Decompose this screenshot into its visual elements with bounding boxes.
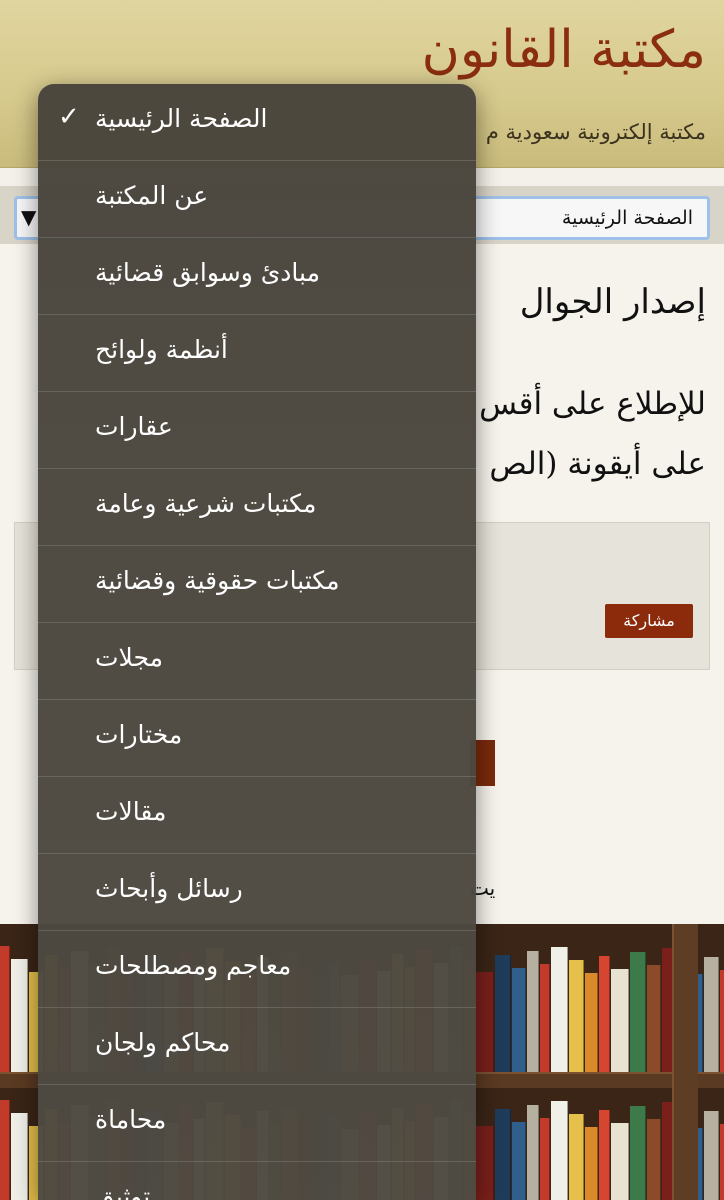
book-spine: [11, 1113, 28, 1200]
menu-item-label: عقارات: [95, 412, 173, 441]
book-spine: [476, 1126, 494, 1200]
menu-item[interactable]: مقالات: [38, 777, 476, 854]
book-spine: [647, 965, 661, 1076]
menu-item[interactable]: عن المكتبة: [38, 161, 476, 238]
book-spine: [569, 1114, 584, 1200]
mobile-version-title: إصدار الجوال: [519, 282, 706, 322]
book-spine: [495, 1109, 511, 1200]
book-spine: [512, 1122, 526, 1200]
book-spine: [0, 1100, 10, 1200]
book-spine: [512, 968, 526, 1076]
menu-item-label: الصفحة الرئيسية: [95, 104, 268, 133]
book-spine: [527, 1105, 539, 1200]
book-spine: [540, 964, 550, 1076]
book-spine: [527, 951, 539, 1076]
checkmark-icon: ✓: [58, 102, 80, 132]
menu-item[interactable]: عقارات: [38, 392, 476, 469]
menu-item-label: مختارات: [95, 720, 183, 749]
menu-item-label: مبادئ وسوابق قضائية: [95, 258, 320, 287]
menu-item[interactable]: محاكم ولجان: [38, 1008, 476, 1085]
menu-item-label: مقالات: [95, 797, 167, 826]
book-spine: [704, 957, 719, 1076]
book-spine: [585, 1127, 598, 1200]
shelf-post: [672, 924, 698, 1200]
intro-text-line-1: للإطلاع على أقس: [479, 386, 706, 422]
menu-item-label: محاماة: [95, 1105, 167, 1134]
book-spine: [599, 1110, 610, 1200]
page-select-dropdown: ✓ الصفحة الرئيسية عن المكتبة مبادئ وسوابق ق…: [38, 84, 476, 1200]
book-spine: [551, 947, 568, 1076]
book-spine: [495, 955, 511, 1076]
menu-item[interactable]: مبادئ وسوابق قضائية: [38, 238, 476, 315]
intro-text-line-2: على أيقونة (الص: [489, 446, 706, 482]
share-button[interactable]: مشاركة: [605, 604, 693, 638]
book-spine: [0, 946, 10, 1076]
menu-item-label: محاكم ولجان: [95, 1028, 231, 1057]
book-spine: [540, 1118, 550, 1200]
menu-item[interactable]: أنظمة ولوائح: [38, 315, 476, 392]
select-value: الصفحة الرئيسية: [561, 207, 693, 229]
book-spine: [704, 1111, 719, 1200]
book-spine: [569, 960, 584, 1076]
book-spine: [476, 972, 494, 1076]
menu-item[interactable]: مكتبات شرعية وعامة: [38, 469, 476, 546]
select-arrow-icon: ▼: [21, 205, 37, 229]
menu-item[interactable]: مختارات: [38, 700, 476, 777]
book-spine: [720, 970, 724, 1076]
book-spine: [585, 973, 598, 1076]
book-spine: [551, 1101, 568, 1200]
book-spine: [630, 1106, 646, 1200]
menu-item-label: معاجم ومصطلحات: [95, 951, 292, 980]
menu-item[interactable]: توثيق: [38, 1162, 476, 1200]
menu-item-label: أنظمة ولوائح: [95, 335, 228, 364]
menu-item-label: عن المكتبة: [95, 181, 209, 210]
book-spine: [611, 1123, 629, 1200]
menu-item[interactable]: معاجم ومصطلحات: [38, 931, 476, 1008]
menu-item[interactable]: ✓ الصفحة الرئيسية: [38, 84, 476, 161]
menu-item[interactable]: مكتبات حقوقية وقضائية: [38, 546, 476, 623]
book-spine: [611, 969, 629, 1076]
book-spine: [720, 1124, 724, 1200]
menu-item[interactable]: رسائل وأبحاث: [38, 854, 476, 931]
menu-item-label: مكتبات حقوقية وقضائية: [95, 566, 340, 595]
menu-item-label: رسائل وأبحاث: [95, 874, 243, 903]
book-spine: [630, 952, 646, 1076]
site-subtitle: مكتبة إلكترونية سعودية م: [485, 120, 706, 144]
menu-item[interactable]: محاماة: [38, 1085, 476, 1162]
menu-item-label: مجلات: [95, 643, 163, 672]
book-spine: [599, 956, 610, 1076]
menu-item-label: توثيق: [95, 1182, 151, 1200]
book-spine: [647, 1119, 661, 1200]
book-spine: [11, 959, 28, 1076]
menu-item[interactable]: مجلات: [38, 623, 476, 700]
site-title[interactable]: مكتبة القانون: [422, 20, 706, 80]
menu-item-label: مكتبات شرعية وعامة: [95, 489, 317, 518]
